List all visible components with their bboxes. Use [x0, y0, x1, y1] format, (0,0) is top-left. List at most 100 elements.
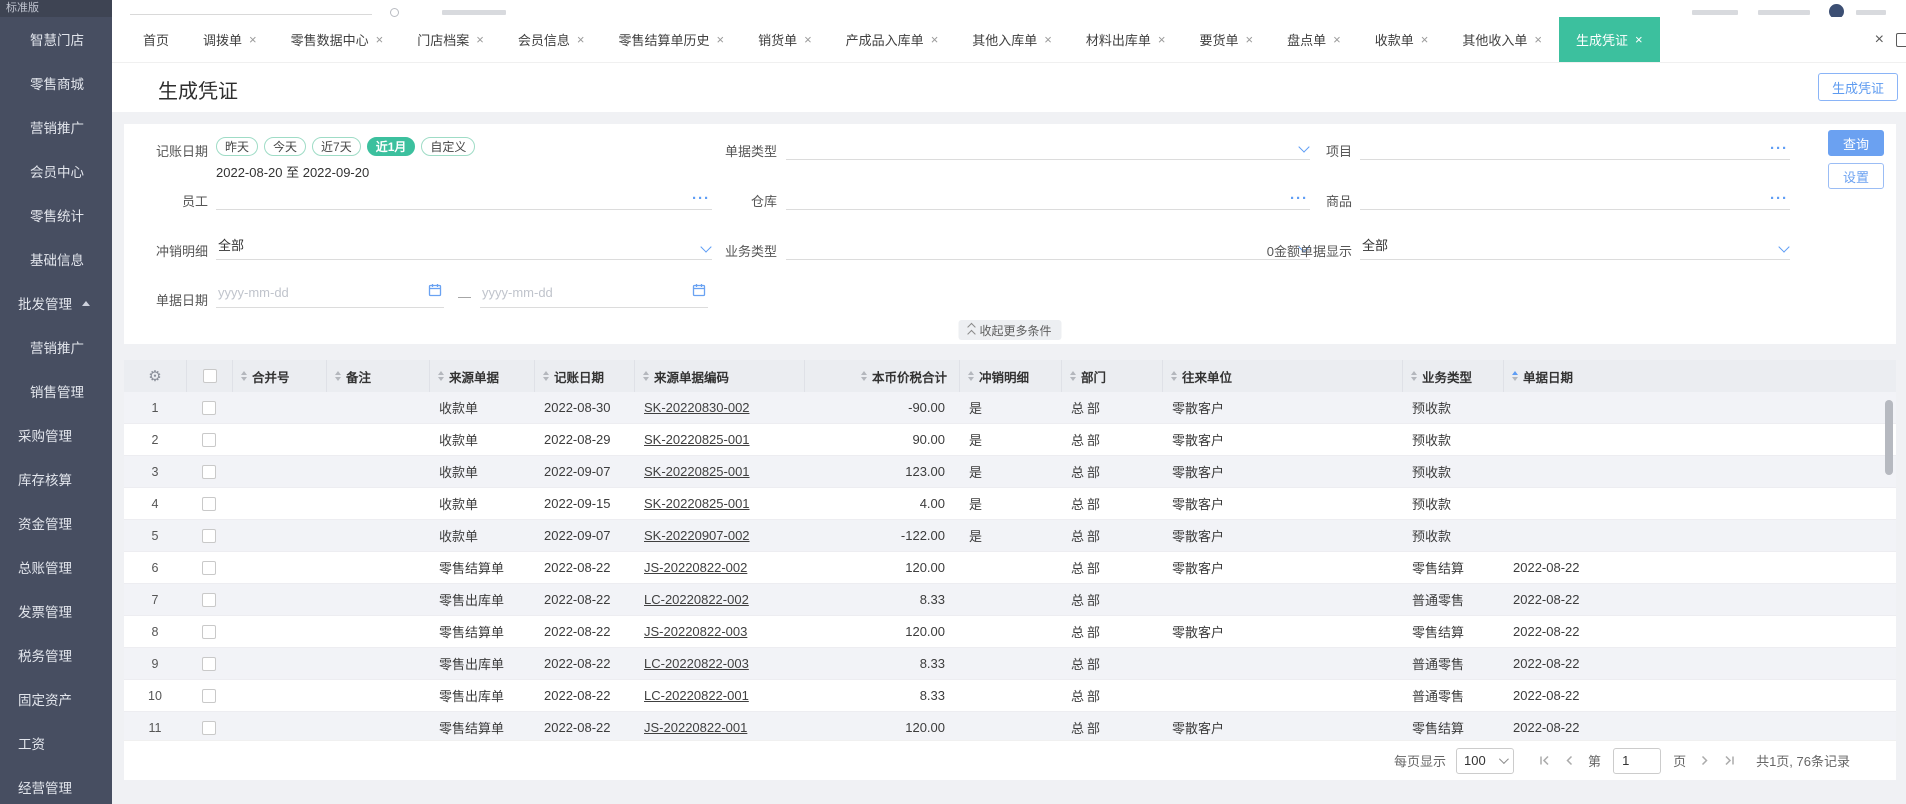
table-row[interactable]: 6 零售结算单 2022-08-22 JS-20220822-002 120.0…	[124, 552, 1896, 584]
tab-close-icon[interactable]	[1044, 33, 1052, 46]
tab[interactable]: 调拨单	[186, 17, 274, 62]
table-row[interactable]: 11 零售结算单 2022-08-22 JS-20220822-001 120.…	[124, 712, 1896, 740]
collapse-more-conditions-button[interactable]: 收起更多条件	[958, 320, 1062, 340]
column-header[interactable]: 冲销明细	[959, 360, 1061, 392]
column-header[interactable]: 合并号	[232, 360, 326, 392]
doc-date-end-input[interactable]	[482, 285, 592, 300]
row-checkbox[interactable]	[202, 560, 216, 575]
tab-close-icon[interactable]	[1158, 33, 1166, 46]
warehouse-field[interactable]	[786, 182, 1310, 210]
table-row[interactable]: 2 收款单 2022-08-29 SK-20220825-001 90.00 是…	[124, 424, 1896, 456]
source-doc-link[interactable]: LC-20220822-002	[644, 592, 749, 607]
source-doc-link[interactable]: JS-20220822-002	[644, 560, 747, 575]
date-preset-pill[interactable]: 近1月	[366, 137, 416, 156]
settings-button[interactable]: 设置	[1828, 163, 1884, 189]
tab[interactable]: 首页	[126, 17, 186, 62]
row-checkbox[interactable]	[202, 496, 216, 511]
sidebar-item[interactable]: 营销推广	[0, 105, 112, 149]
writeoff-detail-select[interactable]: 全部	[216, 232, 712, 260]
sort-arrows-icon[interactable]	[335, 371, 341, 381]
table-row[interactable]: 10 零售出库单 2022-08-22 LC-20220822-001 8.33…	[124, 680, 1896, 712]
tab-close-icon[interactable]	[1635, 33, 1643, 46]
sidebar-item[interactable]: 采购管理	[0, 413, 112, 457]
row-checkbox[interactable]	[202, 592, 216, 607]
sidebar-item[interactable]: 基础信息	[0, 237, 112, 281]
column-header[interactable]: 来源单据	[429, 360, 534, 392]
per-page-select[interactable]: 100	[1456, 747, 1515, 774]
table-row[interactable]: 1 收款单 2022-08-30 SK-20220830-002 -90.00 …	[124, 392, 1896, 424]
tab[interactable]: 零售数据中心	[274, 17, 401, 62]
table-scrollbar[interactable]	[1885, 400, 1893, 475]
sort-arrows-icon[interactable]	[1171, 371, 1177, 381]
source-doc-link[interactable]: SK-20220825-001	[644, 496, 750, 511]
sidebar-item[interactable]: 固定资产	[0, 677, 112, 721]
doc-date-start-field[interactable]	[216, 280, 444, 308]
close-all-tabs-icon[interactable]	[1875, 32, 1884, 48]
calendar-icon[interactable]	[428, 283, 442, 302]
sidebar-item[interactable]: 销售管理	[0, 369, 112, 413]
date-preset-pill[interactable]: 自定义	[421, 137, 476, 156]
sidebar-item[interactable]: 智慧门店	[0, 17, 112, 61]
sidebar-item[interactable]: 营销推广	[0, 325, 112, 369]
row-checkbox[interactable]	[202, 464, 216, 479]
date-preset-pill[interactable]: 近7天	[312, 137, 361, 156]
table-row[interactable]: 3 收款单 2022-09-07 SK-20220825-001 123.00 …	[124, 456, 1896, 488]
sort-arrows-icon[interactable]	[643, 371, 649, 381]
tab[interactable]: 材料出库单	[1069, 17, 1183, 62]
prev-page-icon[interactable]	[1563, 754, 1576, 767]
tab-close-icon[interactable]	[1421, 33, 1429, 46]
select-all-checkbox[interactable]	[202, 369, 217, 383]
row-checkbox[interactable]	[202, 400, 216, 415]
sidebar-item[interactable]: 发票管理	[0, 589, 112, 633]
tab[interactable]: 其他入库单	[955, 17, 1069, 62]
sort-arrows-icon[interactable]	[241, 371, 247, 381]
column-header[interactable]: 本币价税合计	[804, 360, 959, 392]
row-checkbox[interactable]	[202, 656, 216, 671]
date-preset-pill[interactable]: 昨天	[216, 137, 259, 156]
sidebar-item[interactable]: 税务管理	[0, 633, 112, 677]
source-doc-link[interactable]: SK-20220907-002	[644, 528, 750, 543]
tab[interactable]: 盘点单	[1270, 17, 1358, 62]
generate-voucher-button[interactable]: 生成凭证	[1817, 73, 1898, 101]
sort-arrows-icon[interactable]	[438, 371, 444, 381]
next-page-icon[interactable]	[1698, 754, 1711, 767]
sidebar-item[interactable]: 会员中心	[0, 149, 112, 193]
sidebar-item[interactable]: 零售统计	[0, 193, 112, 237]
tab-close-icon[interactable]	[1246, 33, 1254, 46]
source-doc-link[interactable]: JS-20220822-001	[644, 720, 747, 735]
tab[interactable]: 其他收入单	[1445, 17, 1559, 62]
tab-close-icon[interactable]	[931, 33, 939, 46]
search-button[interactable]: 查询	[1828, 130, 1884, 156]
column-header[interactable]: 记账日期	[534, 360, 634, 392]
column-header[interactable]: 往来单位	[1162, 360, 1402, 392]
tab[interactable]: 收款单	[1358, 17, 1446, 62]
sort-arrows-icon[interactable]	[1070, 371, 1076, 381]
tab[interactable]: 生成凭证	[1558, 17, 1660, 62]
sort-arrows-icon[interactable]	[968, 371, 974, 381]
tab[interactable]: 会员信息	[501, 17, 602, 62]
sidebar-item[interactable]: 批发管理	[0, 281, 112, 325]
doc-type-field[interactable]	[786, 132, 1310, 160]
row-checkbox[interactable]	[202, 624, 216, 639]
sort-arrows-icon[interactable]	[1512, 371, 1518, 381]
business-type-select[interactable]	[786, 232, 1310, 260]
tab[interactable]: 门店档案	[400, 17, 501, 62]
goods-field[interactable]	[1360, 182, 1790, 210]
table-row[interactable]: 9 零售出库单 2022-08-22 LC-20220822-003 8.33 …	[124, 648, 1896, 680]
source-doc-link[interactable]: LC-20220822-003	[644, 656, 749, 671]
employee-field[interactable]	[216, 182, 712, 210]
first-page-icon[interactable]	[1538, 754, 1551, 767]
sidebar-item[interactable]: 资金管理	[0, 501, 112, 545]
sidebar-item[interactable]: 经营管理	[0, 765, 112, 804]
row-checkbox[interactable]	[202, 720, 216, 735]
table-row[interactable]: 4 收款单 2022-09-15 SK-20220825-001 4.00 是 …	[124, 488, 1896, 520]
tab-close-icon[interactable]	[716, 33, 724, 46]
sidebar-item[interactable]: 零售商城	[0, 61, 112, 105]
picker-ellipsis-icon[interactable]	[1770, 194, 1788, 204]
source-doc-link[interactable]: SK-20220830-002	[644, 400, 750, 415]
sidebar-item[interactable]: 工资	[0, 721, 112, 765]
tab-close-icon[interactable]	[577, 33, 585, 46]
sidebar-item[interactable]: 总账管理	[0, 545, 112, 589]
row-checkbox[interactable]	[202, 528, 216, 543]
column-header[interactable]: 来源单据编码	[634, 360, 804, 392]
